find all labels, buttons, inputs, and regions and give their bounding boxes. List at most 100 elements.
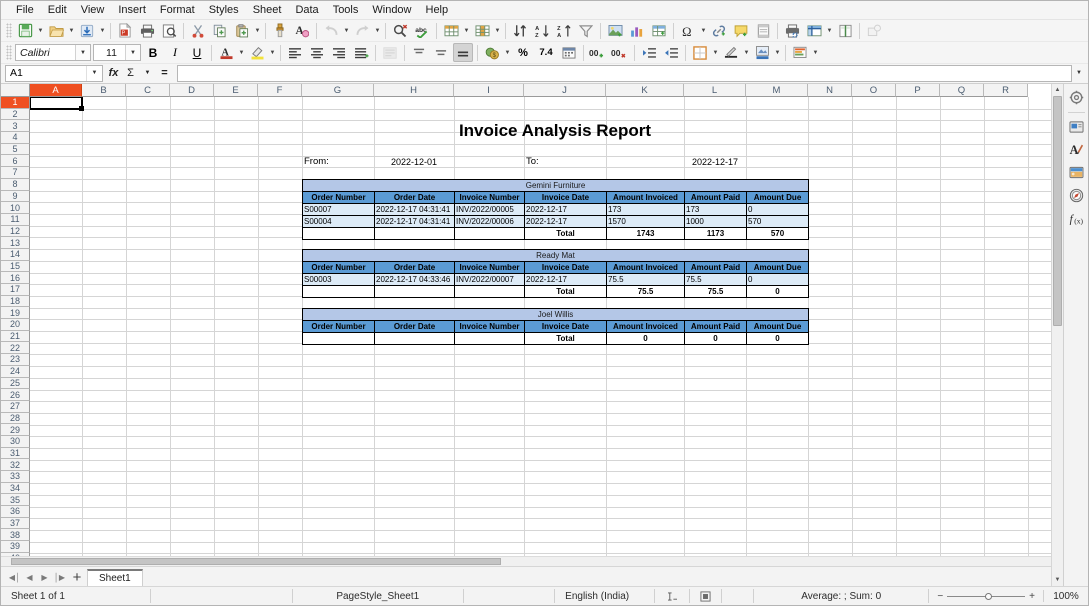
sidebar-functions-icon[interactable]: f (x) xyxy=(1066,208,1087,229)
decrease-indent-button[interactable] xyxy=(661,43,681,62)
sum-icon[interactable]: Σ xyxy=(122,64,139,82)
last-sheet-button[interactable]: │▶ xyxy=(52,568,67,586)
font-name-combo[interactable]: Calibri ▼ xyxy=(15,44,91,61)
bold-button[interactable]: B xyxy=(143,43,163,62)
menu-item-help[interactable]: Help xyxy=(419,2,456,18)
chevron-down-icon[interactable]: ▼ xyxy=(493,21,502,40)
export-pdf-direct-icon[interactable] xyxy=(77,21,97,40)
row-header-22[interactable]: 22 xyxy=(1,342,30,355)
row-header-24[interactable]: 24 xyxy=(1,365,30,378)
column-header-b[interactable]: B xyxy=(82,84,126,97)
copy-icon[interactable] xyxy=(210,21,230,40)
sheet-tab-sheet1[interactable]: Sheet1 xyxy=(87,569,143,586)
column-header-q[interactable]: Q xyxy=(940,84,984,97)
border-style-button[interactable] xyxy=(721,43,741,62)
chevron-down-icon[interactable]: ▼ xyxy=(67,21,76,40)
name-box[interactable]: A1 ▼ xyxy=(5,64,103,82)
horizontal-scroll-thumb[interactable] xyxy=(11,558,501,565)
sort-ascending-icon[interactable]: AZ xyxy=(532,21,552,40)
sidebar-navigator-icon[interactable] xyxy=(1066,185,1087,206)
row-header-23[interactable]: 23 xyxy=(1,354,30,366)
scroll-down-icon[interactable]: ▼ xyxy=(1052,574,1063,586)
zoom-out-button[interactable]: − xyxy=(937,591,943,602)
status-insert-mode[interactable] xyxy=(655,589,691,603)
first-sheet-button[interactable]: ◀│ xyxy=(7,568,22,586)
row-header-4[interactable]: 4 xyxy=(1,132,30,144)
row-header-19[interactable]: 19 xyxy=(1,307,30,320)
background-color-button[interactable] xyxy=(752,43,772,62)
chevron-down-icon[interactable]: ▼ xyxy=(125,45,140,60)
format-as-date-button[interactable] xyxy=(559,43,579,62)
row-header-29[interactable]: 29 xyxy=(1,424,30,436)
sidebar-gallery-icon[interactable] xyxy=(1066,162,1087,183)
open-icon[interactable] xyxy=(46,21,66,40)
menu-item-window[interactable]: Window xyxy=(365,2,418,18)
menu-item-insert[interactable]: Insert xyxy=(111,2,153,18)
row-header-25[interactable]: 25 xyxy=(1,377,30,390)
column-header-m[interactable]: M xyxy=(746,84,808,97)
insert-chart-icon[interactable] xyxy=(627,21,647,40)
row-header-8[interactable]: 8 xyxy=(1,178,30,191)
row-header-27[interactable]: 27 xyxy=(1,400,30,413)
find-and-replace-icon[interactable] xyxy=(390,21,410,40)
row-header-33[interactable]: 33 xyxy=(1,471,30,483)
row-header-17[interactable]: 17 xyxy=(1,284,30,296)
column-header-i[interactable]: I xyxy=(454,84,524,97)
split-window-icon[interactable] xyxy=(835,21,855,40)
toolbar-grip[interactable] xyxy=(6,23,12,38)
row-header-20[interactable]: 20 xyxy=(1,319,30,331)
menu-item-view[interactable]: View xyxy=(74,2,112,18)
row-header-11[interactable]: 11 xyxy=(1,213,30,226)
status-zoom-level[interactable]: 100% xyxy=(1044,589,1088,603)
row-header-14[interactable]: 14 xyxy=(1,248,30,261)
font-color-button[interactable]: A xyxy=(216,43,236,62)
column-header-n[interactable]: N xyxy=(808,84,852,97)
delete-decimal-place-button[interactable]: 00 xyxy=(610,43,630,62)
row-header-26[interactable]: 26 xyxy=(1,389,30,401)
previous-sheet-button[interactable]: ◀ xyxy=(22,568,37,586)
chevron-down-icon[interactable]: ▼ xyxy=(742,43,751,62)
clone-formatting-icon[interactable] xyxy=(270,21,290,40)
row-header-37[interactable]: 37 xyxy=(1,517,30,530)
chevron-down-icon[interactable]: ▼ xyxy=(253,21,262,40)
chevron-down-icon[interactable]: ▼ xyxy=(711,43,720,62)
column-header-e[interactable]: E xyxy=(214,84,258,97)
sort-ascending-descending-icon[interactable] xyxy=(510,21,530,40)
italic-button[interactable]: I xyxy=(165,43,185,62)
insert-comment-icon[interactable] xyxy=(731,21,751,40)
formula-input-line[interactable] xyxy=(177,64,1072,82)
zoom-slider-knob[interactable] xyxy=(985,592,993,600)
row-header-3[interactable]: 3 xyxy=(1,120,30,133)
column-header-a[interactable]: A xyxy=(30,84,82,97)
chevron-down-icon[interactable]: ▼ xyxy=(773,43,782,62)
align-right-button[interactable] xyxy=(329,43,349,62)
chevron-down-icon[interactable]: ▼ xyxy=(503,43,512,62)
sidebar-settings-icon[interactable] xyxy=(1066,87,1087,108)
column-header-c[interactable]: C xyxy=(126,84,170,97)
row-header-12[interactable]: 12 xyxy=(1,225,30,238)
select-all-corner[interactable] xyxy=(1,84,30,97)
horizontal-scroll-track[interactable] xyxy=(1,557,1051,566)
menu-item-file[interactable]: File xyxy=(9,2,41,18)
chevron-down-icon[interactable]: ▼ xyxy=(699,21,708,40)
chevron-down-icon[interactable]: ▼ xyxy=(268,43,277,62)
cell-area[interactable]: Invoice Analysis Report From: 2022-12-01… xyxy=(30,97,1051,556)
freeze-rows-and-columns-icon[interactable] xyxy=(804,21,824,40)
row-header-15[interactable]: 15 xyxy=(1,260,30,273)
align-top-button[interactable] xyxy=(409,43,429,62)
row-header-6[interactable]: 6 xyxy=(1,155,30,168)
column-header-p[interactable]: P xyxy=(896,84,940,97)
function-wizard-icon[interactable]: fx xyxy=(105,64,122,82)
add-decimal-place-button[interactable]: 00 xyxy=(588,43,608,62)
row-header-9[interactable]: 9 xyxy=(1,190,30,203)
row-icon[interactable] xyxy=(441,21,461,40)
format-as-number-button[interactable]: 7.4 xyxy=(535,43,557,62)
zoom-slider[interactable] xyxy=(947,590,1026,602)
row-header-40[interactable]: 40 xyxy=(1,552,30,556)
add-sheet-button[interactable]: + xyxy=(67,568,87,586)
status-selection-mode[interactable] xyxy=(690,589,723,603)
column-header-o[interactable]: O xyxy=(852,84,896,97)
column-header-j[interactable]: J xyxy=(524,84,606,97)
autofilter-icon[interactable] xyxy=(576,21,596,40)
print-preview-icon[interactable] xyxy=(159,21,179,40)
